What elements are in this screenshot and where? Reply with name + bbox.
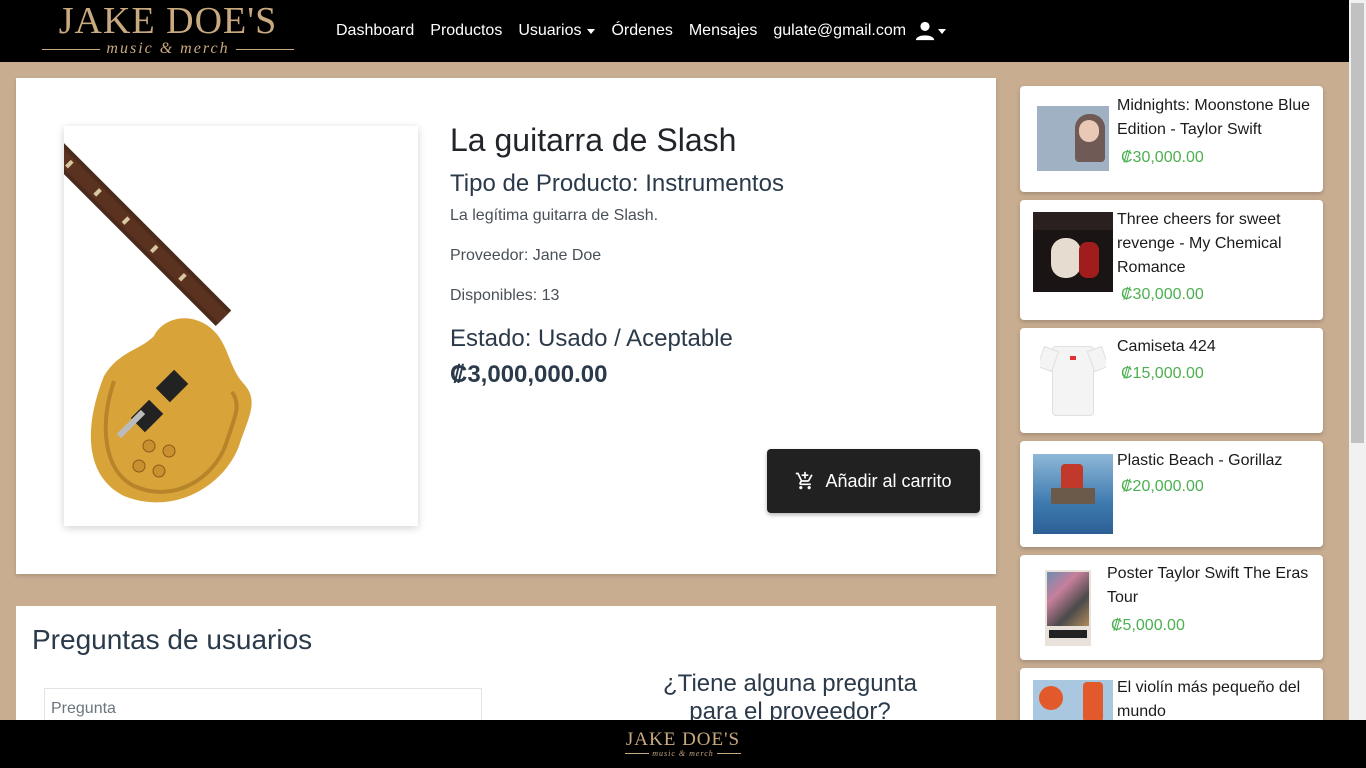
nav-usuarios-label: Usuarios bbox=[518, 22, 582, 39]
sidebar-product-name: Three cheers for sweet revenge - My Chem… bbox=[1117, 211, 1282, 276]
product-stock: Disponibles: 13 bbox=[450, 287, 560, 304]
sidebar-product-name: Midnights: Moonstone Blue Edition - Tayl… bbox=[1117, 97, 1310, 138]
product-thumbnail bbox=[1033, 212, 1113, 292]
product-thumbnail bbox=[1040, 340, 1106, 420]
footer-brand-name: JAKE DOE'S bbox=[625, 729, 741, 750]
sidebar-product-price: ₡30,000.00 bbox=[1121, 286, 1204, 303]
sidebar-product-card[interactable]: Camiseta 424 ₡15,000.00 bbox=[1020, 328, 1323, 433]
user-email: gulate@gmail.com bbox=[773, 22, 907, 39]
product-description: La legítima guitarra de Slash. bbox=[450, 207, 659, 224]
brand-name: JAKE DOE'S bbox=[58, 0, 278, 42]
page-scrollbar[interactable] bbox=[1349, 0, 1366, 720]
sidebar-product-price: ₡20,000.00 bbox=[1121, 478, 1204, 495]
scrollbar-thumb[interactable] bbox=[1351, 3, 1364, 443]
chevron-down-icon bbox=[938, 28, 947, 34]
product-detail-card: La guitarra de Slash Tipo de Producto: I… bbox=[0, 78, 996, 574]
nav-productos[interactable]: Productos bbox=[430, 22, 502, 40]
sidebar-product-name: Camiseta 424 bbox=[1117, 338, 1216, 355]
guitar-image bbox=[0, 89, 252, 503]
product-type: Tipo de Producto: Instrumentos bbox=[450, 170, 784, 197]
brand-logo[interactable]: JAKE DOE'S music & merch bbox=[30, 2, 306, 60]
sidebar-product-card[interactable]: Three cheers for sweet revenge - My Chem… bbox=[1020, 200, 1323, 320]
sidebar-product-card[interactable]: Plastic Beach - Gorillaz ₡20,000.00 bbox=[1020, 441, 1323, 547]
questions-title: Preguntas de usuarios bbox=[32, 624, 313, 655]
sidebar-product-price: ₡30,000.00 bbox=[1121, 149, 1204, 166]
sidebar-product-name: El violín más pequeño del mundo bbox=[1117, 679, 1301, 720]
nav-usuarios-dropdown[interactable]: Usuarios bbox=[518, 22, 596, 40]
nav-dashboard[interactable]: Dashboard bbox=[336, 22, 414, 40]
sidebar-product-card[interactable]: Midnights: Moonstone Blue Edition - Tayl… bbox=[1020, 86, 1323, 192]
product-price: ₡3,000,000.00 bbox=[450, 361, 608, 388]
product-thumbnail bbox=[1033, 680, 1113, 722]
sidebar-product-price: ₡15,000.00 bbox=[1121, 365, 1204, 382]
user-icon bbox=[915, 21, 935, 41]
footer: JAKE DOE'S music & merch bbox=[0, 720, 1366, 768]
nav-mensajes[interactable]: Mensajes bbox=[689, 22, 757, 40]
product-state: Estado: Usado / Aceptable bbox=[450, 325, 733, 352]
chevron-down-icon bbox=[587, 28, 596, 34]
footer-brand-tagline: music & merch bbox=[652, 749, 714, 758]
add-to-cart-label: Añadir al carrito bbox=[825, 470, 952, 491]
ask-provider-heading: ¿Tiene alguna pregunta para el proveedor… bbox=[663, 670, 917, 725]
sidebar-product-name: Plastic Beach - Gorillaz bbox=[1117, 452, 1283, 469]
product-provider: Proveedor: Jane Doe bbox=[450, 247, 602, 264]
navbar: JAKE DOE'S music & merch Dashboard Produ… bbox=[0, 0, 1349, 62]
product-title: La guitarra de Slash bbox=[450, 122, 737, 158]
sidebar-product-price: ₡5,000.00 bbox=[1111, 617, 1185, 634]
product-thumbnail bbox=[1033, 454, 1113, 534]
nav-links: Dashboard Productos Usuarios Órdenes Men… bbox=[336, 0, 962, 62]
add-shopping-cart-icon bbox=[796, 471, 814, 490]
nav-ordenes[interactable]: Órdenes bbox=[611, 22, 672, 40]
add-to-cart-button[interactable]: Añadir al carrito bbox=[767, 449, 980, 513]
product-thumbnail bbox=[1045, 570, 1091, 646]
user-menu-dropdown[interactable] bbox=[914, 20, 947, 42]
product-image bbox=[0, 89, 418, 526]
footer-logo: JAKE DOE'S music & merch bbox=[625, 730, 741, 758]
brand-tagline: music & merch bbox=[106, 40, 230, 57]
product-thumbnail bbox=[1037, 106, 1109, 171]
sidebar-product-name: Poster Taylor Swift The Eras Tour bbox=[1107, 565, 1309, 606]
sidebar-product-card[interactable]: Poster Taylor Swift The Eras Tour ₡5,000… bbox=[1020, 555, 1323, 660]
